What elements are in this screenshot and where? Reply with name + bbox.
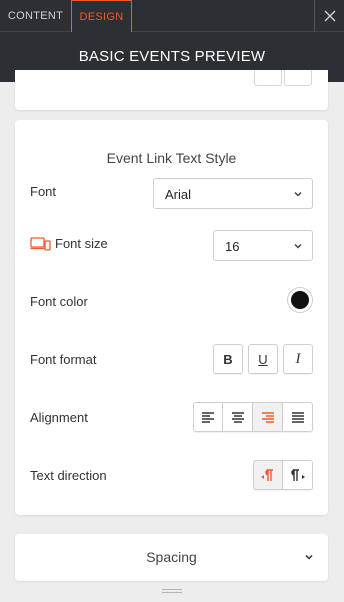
chevron-down-icon [294,243,302,249]
devices-icon [30,237,51,251]
tab-content[interactable]: CONTENT [0,0,71,32]
underline-button[interactable]: U [248,344,278,374]
previous-panel [15,70,328,110]
top-bar: CONTENT DESIGN [0,0,344,32]
font-color-swatch[interactable] [287,287,313,313]
alignment-label: Alignment [30,410,88,425]
font-size-label: Font size [55,236,108,251]
font-format-label: Font format [30,352,97,367]
italic-button[interactable]: I [283,344,313,374]
align-right-icon [261,412,274,423]
font-select[interactable]: Arial [153,178,313,209]
font-label: Font [30,184,57,199]
tab-design[interactable]: DESIGN [71,0,132,32]
chevron-down-icon [305,554,313,560]
rtl-button[interactable] [283,460,313,490]
ltr-button[interactable] [253,460,283,490]
spacing-panel[interactable]: Spacing [15,534,328,581]
align-center-button[interactable] [223,402,253,432]
font-select-value: Arial [165,187,192,202]
ltr-icon [261,468,273,481]
font-format-group: B U I [213,344,313,374]
text-direction-label: Text direction [30,468,107,483]
justify-icon [291,412,304,423]
close-button[interactable] [314,0,344,32]
font-size-select[interactable]: 16 [213,230,313,261]
font-size-value: 16 [225,239,240,254]
resize-grip-icon[interactable] [162,589,182,595]
alignment-group [193,402,313,432]
justify-button[interactable] [283,402,313,432]
font-color-label: Font color [30,294,88,309]
align-center-icon [231,412,244,423]
align-left-button[interactable] [193,402,223,432]
event-link-text-style-panel: Event Link Text Style Font Arial Font si… [15,120,328,515]
align-left-icon [202,412,214,423]
bold-button[interactable]: B [213,344,243,374]
chevron-down-icon [294,191,302,197]
close-icon [324,10,335,22]
previous-panel-button[interactable] [284,70,312,86]
rtl-icon [290,468,305,481]
align-right-button[interactable] [253,402,283,432]
bold-icon: B [223,351,233,367]
underline-icon: U [258,351,268,367]
previous-panel-button[interactable] [254,70,282,86]
spacing-label: Spacing [146,549,197,565]
font-color-dot [291,291,309,309]
italic-icon: I [295,350,301,367]
section-title: Event Link Text Style [106,150,237,166]
text-direction-group [253,460,313,490]
